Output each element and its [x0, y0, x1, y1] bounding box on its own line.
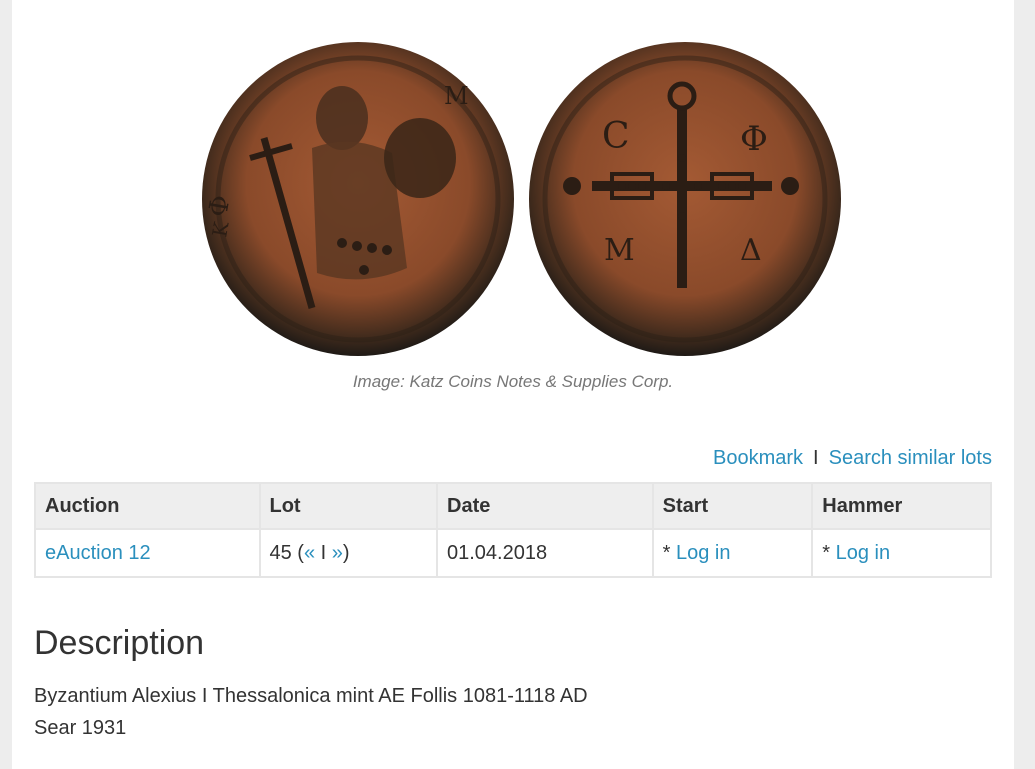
auction-link[interactable]: eAuction 12 — [45, 542, 151, 564]
header-date: Date — [436, 482, 654, 530]
hammer-asterisk: * — [822, 541, 836, 564]
coin-image[interactable]: Φ K M C Φ M Δ — [192, 38, 852, 360]
lot-page: Φ K M C Φ M Δ Image: Katz Coins Notes & … — [12, 0, 1014, 769]
next-lot-link[interactable]: » — [332, 542, 343, 564]
description-heading: Description — [34, 624, 205, 662]
cell-auction: eAuction 12 — [34, 528, 261, 578]
header-lot: Lot — [258, 482, 438, 530]
lot-close-paren: ) — [342, 541, 350, 564]
lot-number: 45 ( — [269, 541, 304, 564]
svg-text:M: M — [444, 82, 469, 110]
cell-hammer: * Log in — [811, 528, 992, 578]
svg-text:M: M — [604, 233, 635, 268]
lot-table: Auction Lot Date Start Hammer eAuction 1… — [34, 482, 992, 578]
coin-obverse: Φ K M — [202, 42, 514, 356]
image-caption: Image: Katz Coins Notes & Supplies Corp. — [352, 372, 674, 391]
table-row: eAuction 12 45 (« I ») 01.04.2018 * Log … — [34, 528, 992, 578]
hammer-login-link[interactable]: Log in — [836, 542, 891, 564]
search-similar-lots-link[interactable]: Search similar lots — [829, 447, 992, 469]
header-start: Start — [651, 482, 814, 530]
svg-text:Φ: Φ — [740, 119, 768, 159]
table-header-row: Auction Lot Date Start Hammer — [34, 482, 992, 530]
cell-start: * Log in — [651, 528, 814, 578]
cell-lot: 45 (« I ») — [258, 528, 438, 578]
header-auction: Auction — [34, 482, 261, 530]
cell-date: 01.04.2018 — [436, 528, 654, 578]
header-hammer: Hammer — [811, 482, 992, 530]
previous-lot-link[interactable]: « — [304, 542, 315, 564]
description-reference: Sear 1931 — [34, 717, 127, 739]
coin-reverse: C Φ M Δ — [529, 42, 841, 356]
description-text: Byzantium Alexius I Thessalonica mint AE… — [34, 685, 588, 707]
start-login-link[interactable]: Log in — [676, 542, 731, 564]
start-asterisk: * — [662, 541, 676, 564]
lot-nav-separator: I — [315, 541, 332, 564]
bookmark-link[interactable]: Bookmark — [713, 447, 803, 469]
svg-text:C: C — [602, 116, 630, 157]
svg-text:Δ: Δ — [740, 233, 762, 268]
actions-separator: I — [813, 447, 819, 469]
lot-actions: Bookmark I Search similar lots — [713, 447, 992, 470]
